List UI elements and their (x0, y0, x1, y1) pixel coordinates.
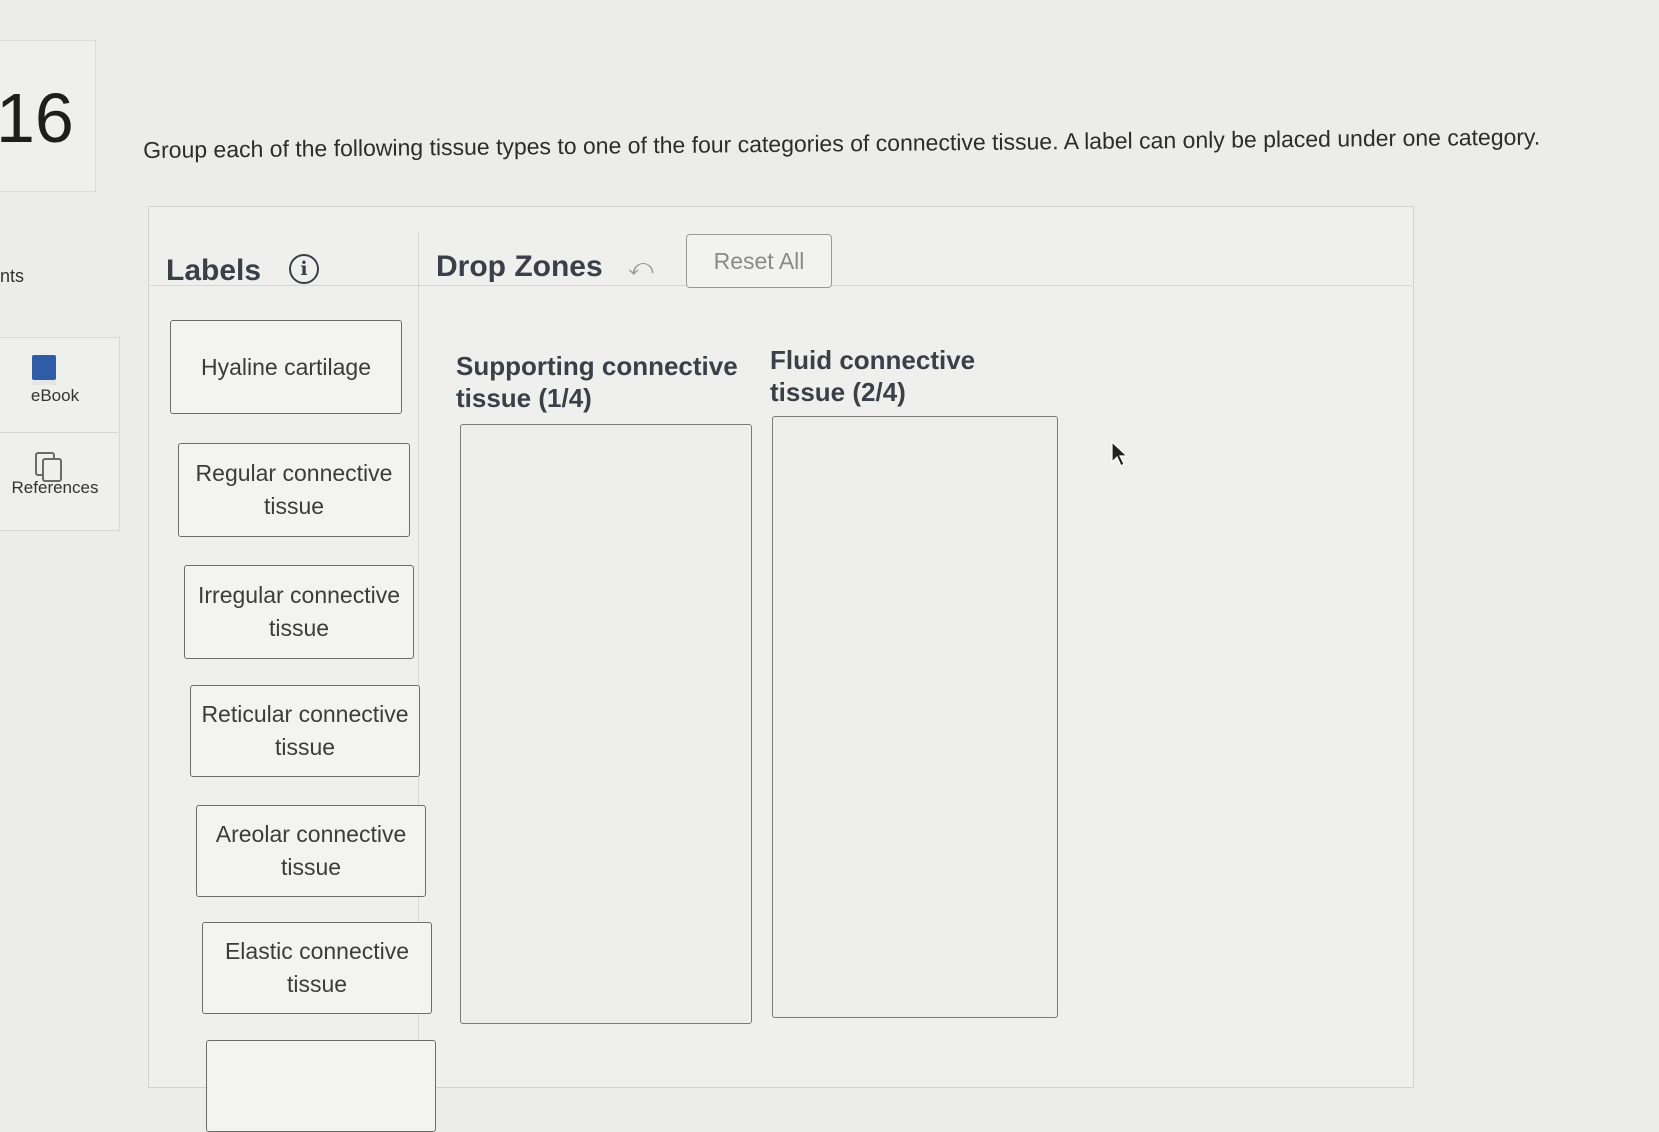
label-card-irregular-connective-tissue[interactable]: Irregular connective tissue (184, 565, 414, 659)
book-icon[interactable] (32, 355, 56, 385)
drop-zone-fluid-connective-tissue[interactable] (772, 416, 1058, 1018)
question-number: 16 (0, 79, 74, 157)
drop-zone-title-fluid: Fluid connective tissue (2/4) (770, 345, 976, 407)
drop-zones-title: Drop Zones (436, 250, 603, 283)
sidebar-item-references[interactable]: References (0, 478, 110, 498)
label-card-reticular-connective-tissue[interactable]: Reticular connective tissue (190, 685, 420, 777)
mouse-cursor-icon (1111, 440, 1129, 467)
question-instructions: Group each of the following tissue types… (143, 123, 1541, 163)
sidebar-tools (0, 337, 120, 531)
info-icon[interactable]: i (289, 254, 319, 284)
label-card-regular-connective-tissue[interactable]: Regular connective tissue (178, 443, 410, 537)
sidebar-item-ebook[interactable]: eBook (0, 386, 110, 406)
drop-zone-title-supporting: Supporting connective tissue (1/4) (456, 351, 738, 413)
label-card-elastic-connective-tissue[interactable]: Elastic connective tissue (202, 922, 432, 1014)
label-card-partial[interactable] (206, 1040, 436, 1132)
undo-icon[interactable]: ⤺ (628, 254, 654, 282)
sidebar-partial-label: nts (0, 266, 25, 286)
label-card-areolar-connective-tissue[interactable]: Areolar connective tissue (196, 805, 426, 897)
sidebar-divider (0, 432, 118, 433)
labels-title: Labels (166, 254, 262, 287)
reset-all-button[interactable]: Reset All (686, 234, 832, 288)
label-card-hyaline-cartilage[interactable]: Hyaline cartilage (170, 320, 402, 414)
drop-zone-supporting-connective-tissue[interactable] (460, 424, 752, 1024)
